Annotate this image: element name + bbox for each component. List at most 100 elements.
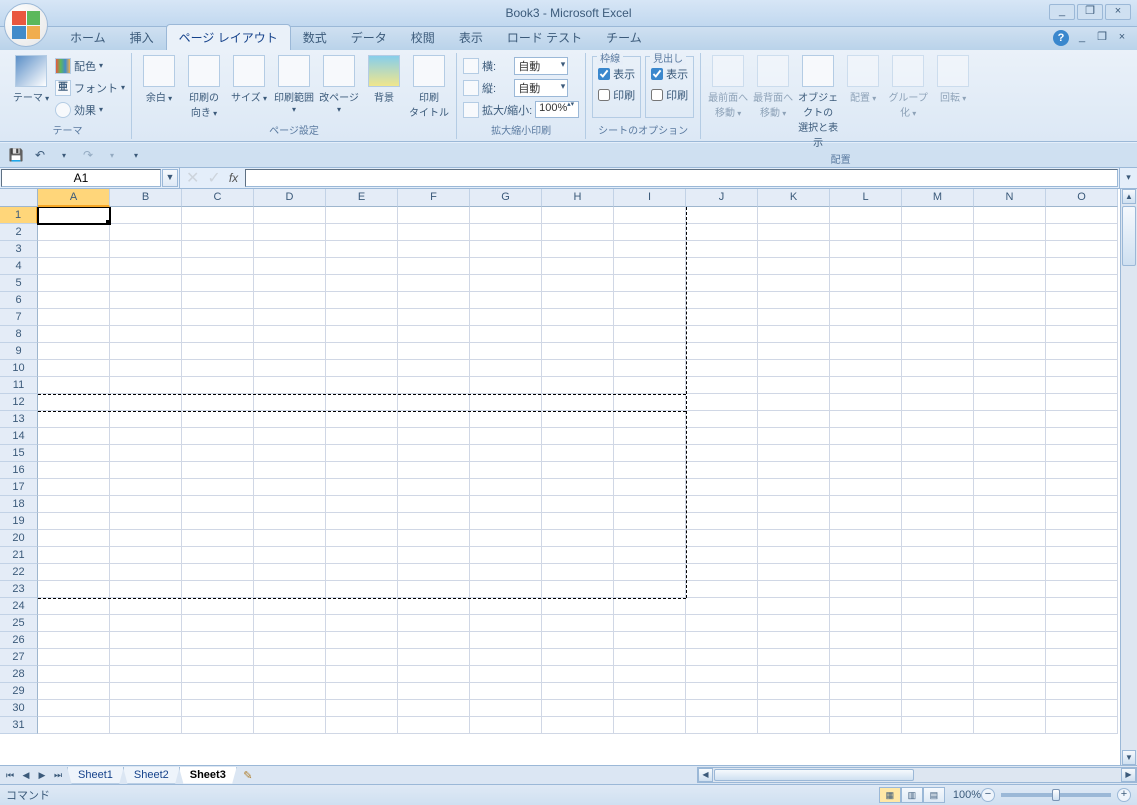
cell-E29[interactable] bbox=[326, 683, 398, 700]
cell-K29[interactable] bbox=[758, 683, 830, 700]
cell-F28[interactable] bbox=[398, 666, 470, 683]
cell-B2[interactable] bbox=[110, 224, 182, 241]
cell-A20[interactable] bbox=[38, 530, 110, 547]
cell-N30[interactable] bbox=[974, 700, 1046, 717]
cell-I28[interactable] bbox=[614, 666, 686, 683]
cell-K5[interactable] bbox=[758, 275, 830, 292]
cell-H1[interactable] bbox=[542, 207, 614, 224]
sheet-nav-prev[interactable]: ◀ bbox=[18, 770, 34, 781]
cell-E27[interactable] bbox=[326, 649, 398, 666]
row-header-19[interactable]: 19 bbox=[0, 513, 38, 530]
cell-J13[interactable] bbox=[686, 411, 758, 428]
cell-O31[interactable] bbox=[1046, 717, 1118, 734]
cell-M21[interactable] bbox=[902, 547, 974, 564]
view-page-break-button[interactable]: ▤ bbox=[923, 787, 945, 803]
cell-H17[interactable] bbox=[542, 479, 614, 496]
row-header-14[interactable]: 14 bbox=[0, 428, 38, 445]
tab-home[interactable]: ホーム bbox=[58, 25, 118, 50]
cell-A1[interactable] bbox=[38, 207, 110, 224]
rotate-button[interactable]: 回転 bbox=[932, 53, 974, 104]
cell-F24[interactable] bbox=[398, 598, 470, 615]
cell-K23[interactable] bbox=[758, 581, 830, 598]
cell-C11[interactable] bbox=[182, 377, 254, 394]
cell-B22[interactable] bbox=[110, 564, 182, 581]
cell-O3[interactable] bbox=[1046, 241, 1118, 258]
cell-M16[interactable] bbox=[902, 462, 974, 479]
cell-B18[interactable] bbox=[110, 496, 182, 513]
cell-L21[interactable] bbox=[830, 547, 902, 564]
cell-F9[interactable] bbox=[398, 343, 470, 360]
cell-G4[interactable] bbox=[470, 258, 542, 275]
cell-B29[interactable] bbox=[110, 683, 182, 700]
fonts-button[interactable]: 亜フォント bbox=[55, 77, 125, 98]
cell-K14[interactable] bbox=[758, 428, 830, 445]
cell-H20[interactable] bbox=[542, 530, 614, 547]
row-header-21[interactable]: 21 bbox=[0, 547, 38, 564]
cell-M29[interactable] bbox=[902, 683, 974, 700]
cell-L31[interactable] bbox=[830, 717, 902, 734]
cell-F31[interactable] bbox=[398, 717, 470, 734]
cell-H14[interactable] bbox=[542, 428, 614, 445]
cell-J8[interactable] bbox=[686, 326, 758, 343]
cell-N21[interactable] bbox=[974, 547, 1046, 564]
row-header-29[interactable]: 29 bbox=[0, 683, 38, 700]
cell-N23[interactable] bbox=[974, 581, 1046, 598]
cell-M30[interactable] bbox=[902, 700, 974, 717]
cell-L16[interactable] bbox=[830, 462, 902, 479]
cell-D5[interactable] bbox=[254, 275, 326, 292]
cell-J10[interactable] bbox=[686, 360, 758, 377]
cell-O29[interactable] bbox=[1046, 683, 1118, 700]
tab-data[interactable]: データ bbox=[339, 25, 399, 50]
gridlines-view-checkbox[interactable]: 表示 bbox=[598, 63, 635, 84]
zoom-slider[interactable] bbox=[1001, 793, 1111, 797]
cell-E6[interactable] bbox=[326, 292, 398, 309]
vertical-scrollbar[interactable]: ▲ ▼ bbox=[1120, 189, 1137, 765]
cell-H24[interactable] bbox=[542, 598, 614, 615]
cell-K12[interactable] bbox=[758, 394, 830, 411]
cell-E4[interactable] bbox=[326, 258, 398, 275]
cell-O10[interactable] bbox=[1046, 360, 1118, 377]
cell-G29[interactable] bbox=[470, 683, 542, 700]
cell-I26[interactable] bbox=[614, 632, 686, 649]
cell-F2[interactable] bbox=[398, 224, 470, 241]
cell-K19[interactable] bbox=[758, 513, 830, 530]
cell-L23[interactable] bbox=[830, 581, 902, 598]
bring-front-button[interactable]: 最前面へ 移動 bbox=[707, 53, 749, 119]
cell-I20[interactable] bbox=[614, 530, 686, 547]
cell-F18[interactable] bbox=[398, 496, 470, 513]
cell-L28[interactable] bbox=[830, 666, 902, 683]
cell-J1[interactable] bbox=[686, 207, 758, 224]
cell-O13[interactable] bbox=[1046, 411, 1118, 428]
cell-D6[interactable] bbox=[254, 292, 326, 309]
cell-D24[interactable] bbox=[254, 598, 326, 615]
cell-N2[interactable] bbox=[974, 224, 1046, 241]
cell-C14[interactable] bbox=[182, 428, 254, 445]
minimize-button[interactable]: _ bbox=[1049, 4, 1075, 20]
cell-K26[interactable] bbox=[758, 632, 830, 649]
sheet-tab-2[interactable]: Sheet2 bbox=[123, 767, 180, 784]
cell-F12[interactable] bbox=[398, 394, 470, 411]
cell-L11[interactable] bbox=[830, 377, 902, 394]
cell-E30[interactable] bbox=[326, 700, 398, 717]
sheet-nav-last[interactable]: ⏭ bbox=[50, 770, 66, 781]
cell-O28[interactable] bbox=[1046, 666, 1118, 683]
cell-I6[interactable] bbox=[614, 292, 686, 309]
width-combo[interactable]: 自動 bbox=[514, 57, 568, 75]
cell-D25[interactable] bbox=[254, 615, 326, 632]
cell-C4[interactable] bbox=[182, 258, 254, 275]
cell-A24[interactable] bbox=[38, 598, 110, 615]
cell-O20[interactable] bbox=[1046, 530, 1118, 547]
cell-G13[interactable] bbox=[470, 411, 542, 428]
cell-F5[interactable] bbox=[398, 275, 470, 292]
cell-A26[interactable] bbox=[38, 632, 110, 649]
tab-page-layout[interactable]: ページ レイアウト bbox=[166, 24, 291, 50]
cell-C15[interactable] bbox=[182, 445, 254, 462]
cell-H23[interactable] bbox=[542, 581, 614, 598]
cell-I24[interactable] bbox=[614, 598, 686, 615]
row-header-31[interactable]: 31 bbox=[0, 717, 38, 734]
print-titles-button[interactable]: 印刷 タイトル bbox=[408, 53, 450, 119]
cell-E21[interactable] bbox=[326, 547, 398, 564]
cell-L4[interactable] bbox=[830, 258, 902, 275]
cell-G19[interactable] bbox=[470, 513, 542, 530]
cell-G23[interactable] bbox=[470, 581, 542, 598]
